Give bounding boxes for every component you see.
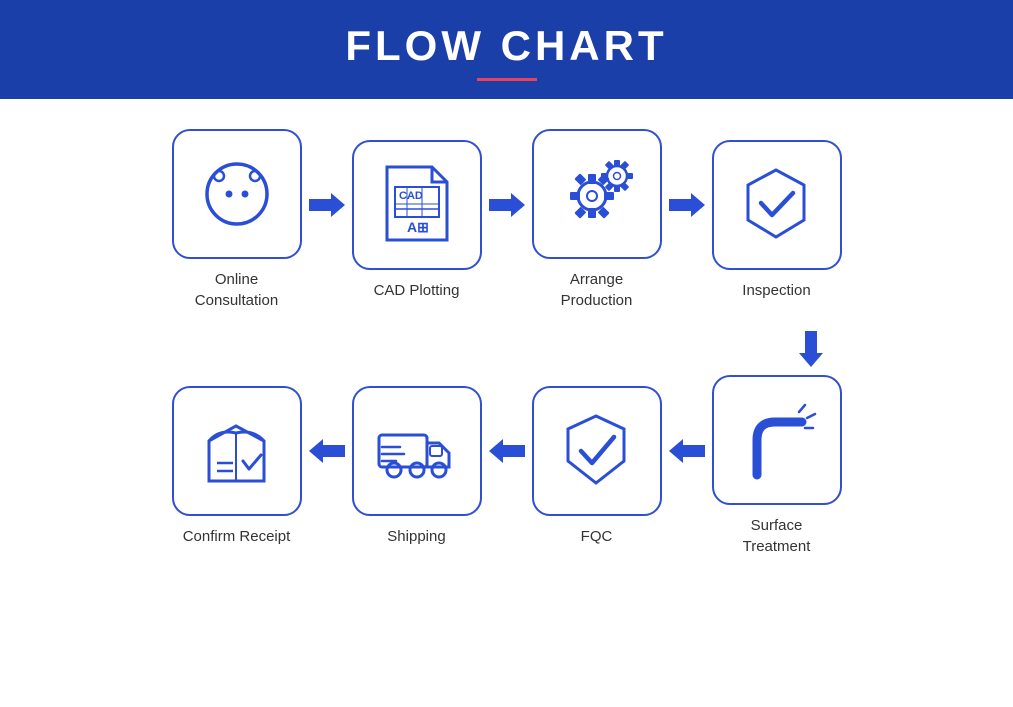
icon-box-surface-treatment: [712, 375, 842, 505]
arrow-5: [482, 439, 532, 493]
label-surface-treatment: SurfaceTreatment: [743, 515, 811, 557]
icon-box-confirm-receipt: [172, 386, 302, 516]
fqc-icon: [559, 411, 634, 491]
row2: Confirm Receipt: [60, 375, 953, 557]
header-underline: [477, 78, 537, 81]
svg-text:CAD: CAD: [399, 190, 423, 202]
arrow-6: [662, 439, 712, 493]
arrow-right-icon-2: [489, 193, 525, 217]
arrow-4: [302, 439, 352, 493]
arrow-down-icon: [799, 331, 823, 367]
arrow-left-icon-3: [669, 439, 705, 463]
shipping-icon: [374, 413, 459, 488]
arrow-1: [302, 193, 352, 247]
step-cad-plotting: CAD A⊞ CAD Plotting: [352, 140, 482, 301]
step-fqc: FQC: [532, 386, 662, 547]
icon-box-arrange-production: [532, 129, 662, 259]
header-title: FLOW CHART: [0, 22, 1013, 70]
arrow-right-icon-1: [309, 193, 345, 217]
svg-text:A⊞: A⊞: [407, 219, 429, 235]
row1: OnlineConsultation CAD: [60, 129, 953, 311]
step-arrange-production: ArrangeProduction: [532, 129, 662, 311]
arrange-production-icon: [554, 154, 639, 234]
icon-box-shipping: [352, 386, 482, 516]
step-surface-treatment: SurfaceTreatment: [712, 375, 842, 557]
label-confirm-receipt: Confirm Receipt: [183, 526, 291, 547]
cad-plotting-icon: CAD A⊞: [377, 162, 457, 247]
icon-box-fqc: [532, 386, 662, 516]
down-arrow-wrapper: [60, 331, 953, 367]
label-online-consultation: OnlineConsultation: [195, 269, 278, 311]
icon-box-inspection: [712, 140, 842, 270]
confirm-receipt-icon: [199, 411, 274, 491]
content: OnlineConsultation CAD: [0, 99, 1013, 597]
online-consultation-icon: [197, 154, 277, 234]
label-fqc: FQC: [581, 526, 613, 547]
arrow-right-icon-3: [669, 193, 705, 217]
icon-box-cad-plotting: CAD A⊞: [352, 140, 482, 270]
step-online-consultation: OnlineConsultation: [172, 129, 302, 311]
icon-box-online-consultation: [172, 129, 302, 259]
surface-treatment-icon: [737, 400, 817, 480]
arrow-left-icon-1: [309, 439, 345, 463]
header: FLOW CHART: [0, 0, 1013, 99]
label-inspection: Inspection: [742, 280, 810, 301]
arrow-left-icon-2: [489, 439, 525, 463]
step-shipping: Shipping: [352, 386, 482, 547]
label-arrange-production: ArrangeProduction: [561, 269, 633, 311]
label-cad-plotting: CAD Plotting: [374, 280, 460, 301]
label-shipping: Shipping: [387, 526, 445, 547]
step-inspection: Inspection: [712, 140, 842, 301]
arrow-2: [482, 193, 532, 247]
step-confirm-receipt: Confirm Receipt: [172, 386, 302, 547]
arrow-3: [662, 193, 712, 247]
inspection-icon: [739, 165, 814, 245]
